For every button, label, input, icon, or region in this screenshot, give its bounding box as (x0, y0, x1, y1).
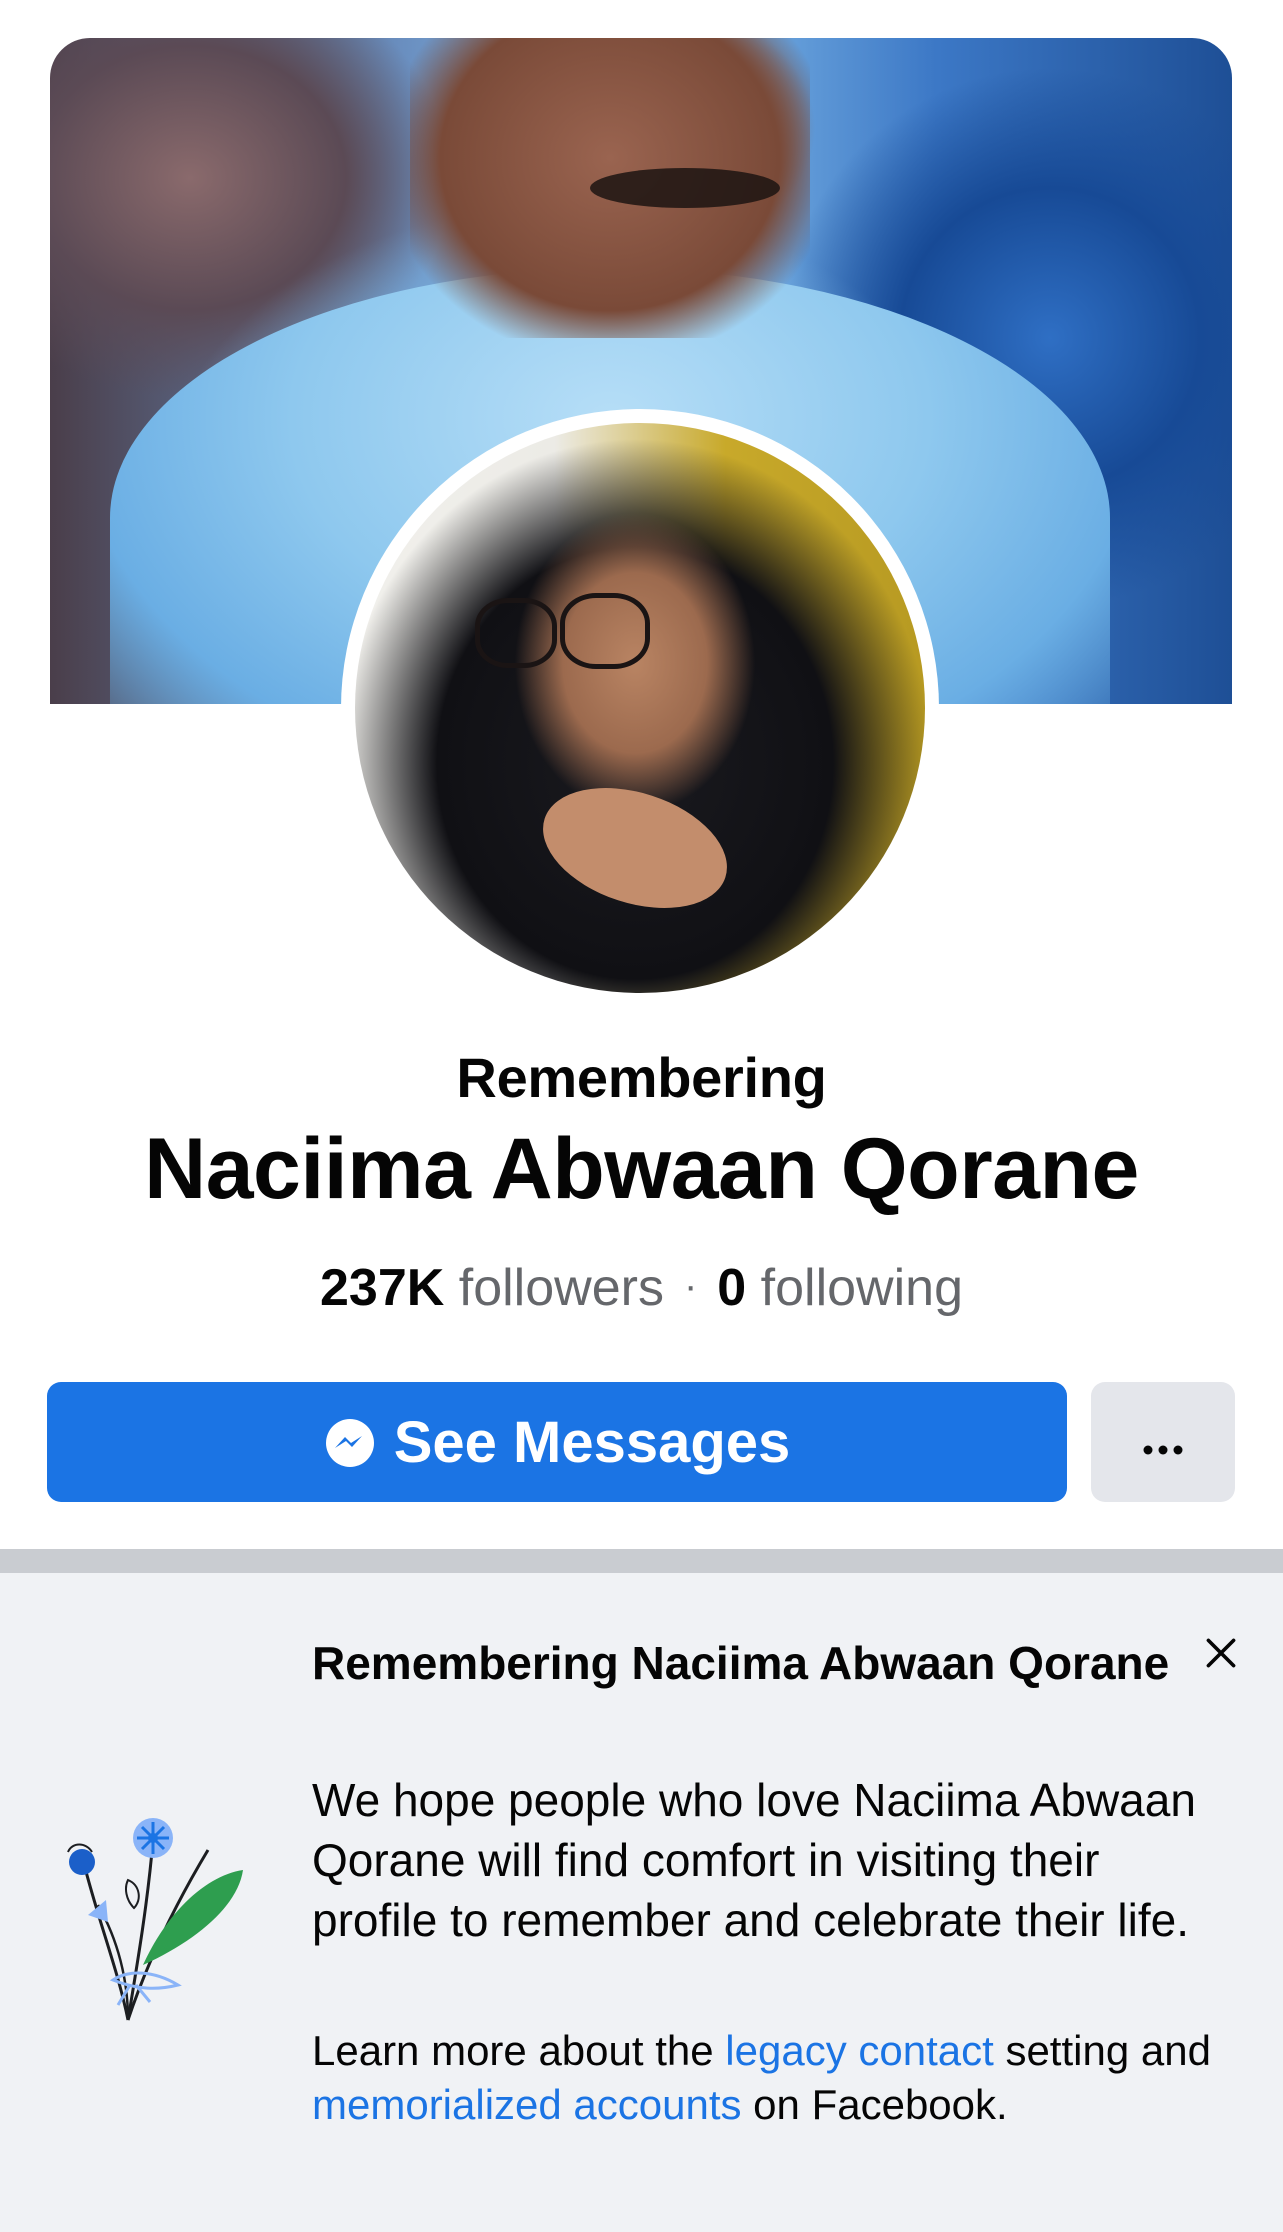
avatar-detail-glasses-left (475, 598, 557, 668)
close-icon (1206, 1638, 1236, 1668)
legacy-contact-link[interactable]: legacy contact (725, 2027, 994, 2074)
following-count: 0 (717, 1259, 747, 1317)
see-messages-button[interactable]: See Messages (47, 1382, 1067, 1502)
profile-avatar[interactable] (355, 423, 925, 993)
more-dots-icon (1143, 1420, 1183, 1465)
followers-label: followers (458, 1259, 664, 1317)
follow-stats: 237K followers · 0 following (0, 1258, 1283, 1318)
profile-name: Naciima Abwaan Qorane (144, 1121, 1139, 1217)
section-divider-gap (0, 1573, 1283, 1585)
learn-suffix: on Facebook. (741, 2081, 1008, 2128)
memorial-title: Remembering Naciima Abwaan Qorane (312, 1637, 1170, 1689)
learn-middle: setting and (993, 2027, 1211, 2074)
messenger-icon (324, 1416, 376, 1468)
memorial-learn-more: Learn more about the legacy contact sett… (312, 2024, 1212, 2132)
cover-photo-detail (590, 168, 780, 208)
following-label: following (760, 1259, 963, 1317)
flower-bouquet-illustration (58, 1790, 258, 2030)
followers-link[interactable]: 237K followers (320, 1259, 664, 1317)
more-options-button[interactable] (1091, 1382, 1235, 1502)
section-divider (0, 1549, 1283, 1573)
followers-count: 237K (320, 1259, 445, 1317)
avatar-detail-glasses-right (560, 593, 650, 669)
stats-separator: · (683, 1264, 698, 1308)
see-messages-label: See Messages (393, 1409, 791, 1475)
learn-prefix: Learn more about the (312, 2027, 726, 2074)
remembering-label: Remembering (456, 1046, 827, 1109)
close-button[interactable] (1196, 1628, 1246, 1678)
following-link[interactable]: 0 following (717, 1259, 963, 1317)
memorialized-accounts-link[interactable]: memorialized accounts (312, 2081, 742, 2128)
memorial-body: We hope people who love Naciima Abwaan Q… (312, 1774, 1196, 1946)
avatar-detail-hand (527, 766, 743, 930)
